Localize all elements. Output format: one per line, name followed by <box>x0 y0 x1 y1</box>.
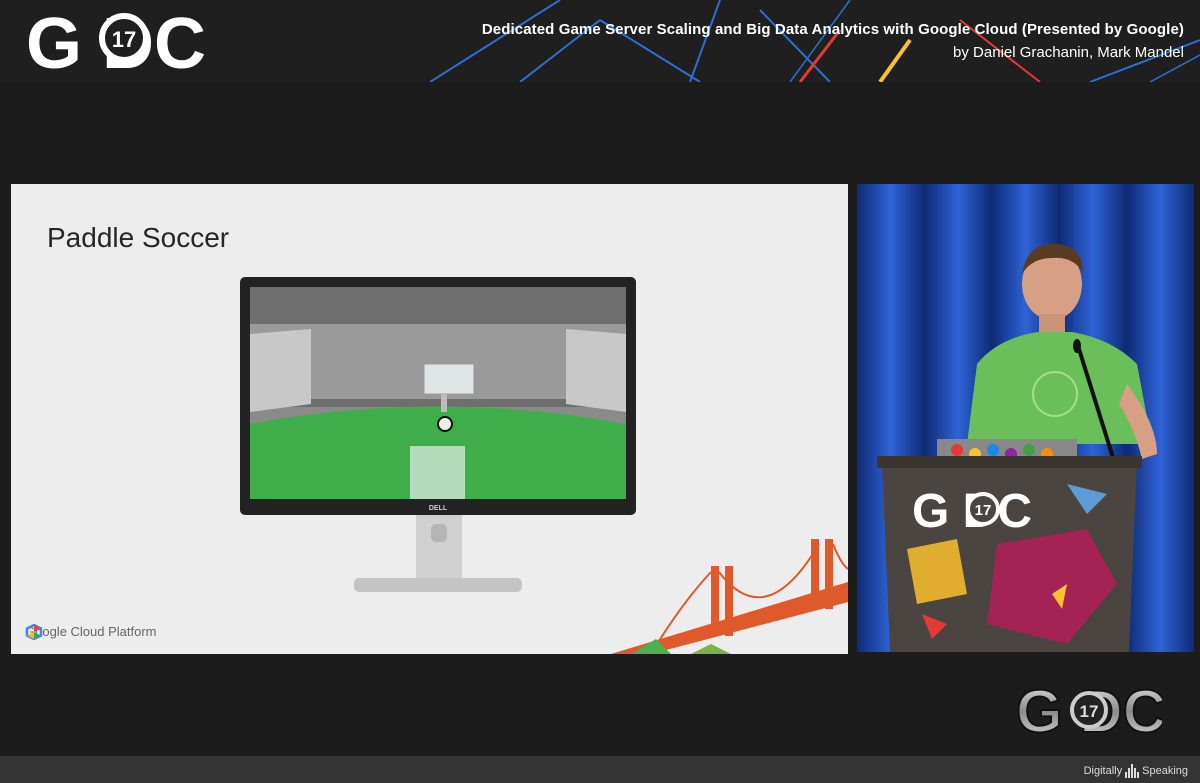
slide-graphics: DELL <box>240 277 848 654</box>
soccer-ball <box>437 416 453 432</box>
gcp-label: Google Cloud Platform <box>25 624 157 639</box>
slide-title: Paddle Soccer <box>47 222 230 253</box>
podium-logo-year: 17 <box>975 502 992 519</box>
talk-authors: by Daniel Grachanin, Mark Mandel <box>953 44 1184 61</box>
gdc-watermark-logo: G DC 17 <box>1015 677 1162 744</box>
audio-bars-icon <box>1125 764 1140 778</box>
paddle <box>410 446 465 499</box>
presentation-slide: DELL Paddle Soccer Google Cloud Platform <box>11 184 848 654</box>
google-cloud-hexagon-icon <box>25 624 43 640</box>
talk-title: Dedicated Game Server Scaling and Big Da… <box>481 21 1184 38</box>
speaker-video: G DC 17 <box>857 184 1194 652</box>
monitor-brand: DELL <box>429 505 448 512</box>
digitally-speaking-brand: Digitally Speaking <box>1084 764 1188 778</box>
monitor-base <box>354 578 522 592</box>
footer-bar <box>0 756 1200 783</box>
gdc-logo-year: 17 <box>112 27 136 52</box>
gdc-logo: G DC 17 <box>26 4 206 76</box>
footer-brand-right: Speaking <box>1142 765 1188 777</box>
watermark-logo-year: 17 <box>1080 702 1099 721</box>
google-cloud-platform-brand: Google Cloud Platform <box>25 624 157 640</box>
footer-brand-left: Digitally <box>1083 765 1123 777</box>
microphone <box>1073 339 1081 353</box>
speaker-scene: G DC 17 <box>857 184 1194 652</box>
header-bar: G DC 17 Dedicated Game Server Scaling an… <box>0 0 1200 82</box>
